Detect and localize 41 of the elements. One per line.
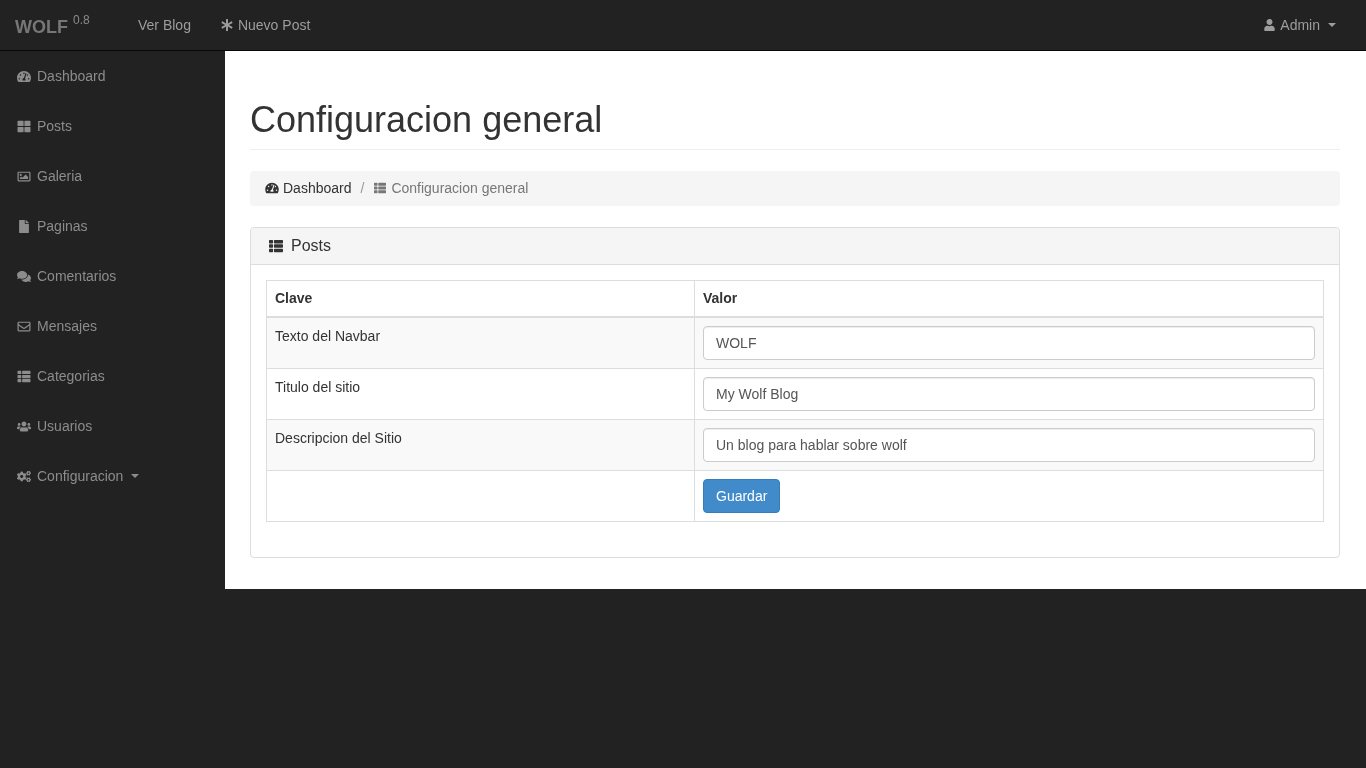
sidebar-item[interactable]: Configuracion xyxy=(0,451,225,501)
envelope-icon xyxy=(17,319,31,333)
sidebar-item[interactable]: Comentarios xyxy=(0,251,225,301)
asterisk-icon xyxy=(220,19,233,31)
caret-icon xyxy=(1328,23,1336,27)
gears-icon xyxy=(17,469,31,483)
breadcrumb-current: Configuracion general xyxy=(373,177,529,199)
sidebar-item[interactable]: Paginas xyxy=(0,201,225,251)
user-menu[interactable]: Admin xyxy=(1249,0,1351,50)
file-icon xyxy=(17,219,31,233)
sidebar-item[interactable]: Usuarios xyxy=(0,401,225,451)
save-button[interactable]: Guardar xyxy=(703,479,781,514)
list-icon xyxy=(17,369,31,383)
input-field[interactable]: WOLF xyxy=(703,326,1315,361)
breadcrumb-separator: / xyxy=(359,178,366,198)
gauge-icon xyxy=(265,182,279,195)
grid-icon xyxy=(17,119,31,133)
breadcrumb-link[interactable]: Dashboard xyxy=(265,177,352,199)
table-cell: Titulo del sitio xyxy=(266,368,695,420)
input-field[interactable]: My Wolf Blog xyxy=(703,377,1315,412)
sidebar-item[interactable]: Dashboard xyxy=(0,51,225,101)
sidebar-item[interactable]: Galeria xyxy=(0,151,225,201)
users-icon xyxy=(17,419,31,433)
table-cell: Descripcion del Sitio xyxy=(266,419,695,471)
sidebar-item[interactable]: Posts xyxy=(0,101,225,151)
version-label: 0.8 xyxy=(73,13,90,27)
input-field[interactable]: Un blog para hablar sobre wolf xyxy=(703,428,1315,463)
image-icon xyxy=(17,169,31,183)
list-icon xyxy=(373,182,388,195)
user-icon xyxy=(1264,19,1276,31)
panel-title: Posts xyxy=(291,235,331,256)
page-title: Configuracion general xyxy=(250,100,604,140)
gauge-icon xyxy=(17,69,31,83)
speech-bubbles-icon xyxy=(17,269,31,283)
nav-link[interactable]: Nuevo Post xyxy=(205,0,326,50)
list-icon xyxy=(268,238,284,253)
brand-logo[interactable]: WOLF xyxy=(15,17,68,37)
table-cell: Texto del Navbar xyxy=(266,317,695,369)
sidebar-item[interactable]: Mensajes xyxy=(0,301,225,351)
nav-link[interactable]: Ver Blog xyxy=(123,0,206,50)
sidebar-item[interactable]: Categorias xyxy=(0,351,225,401)
